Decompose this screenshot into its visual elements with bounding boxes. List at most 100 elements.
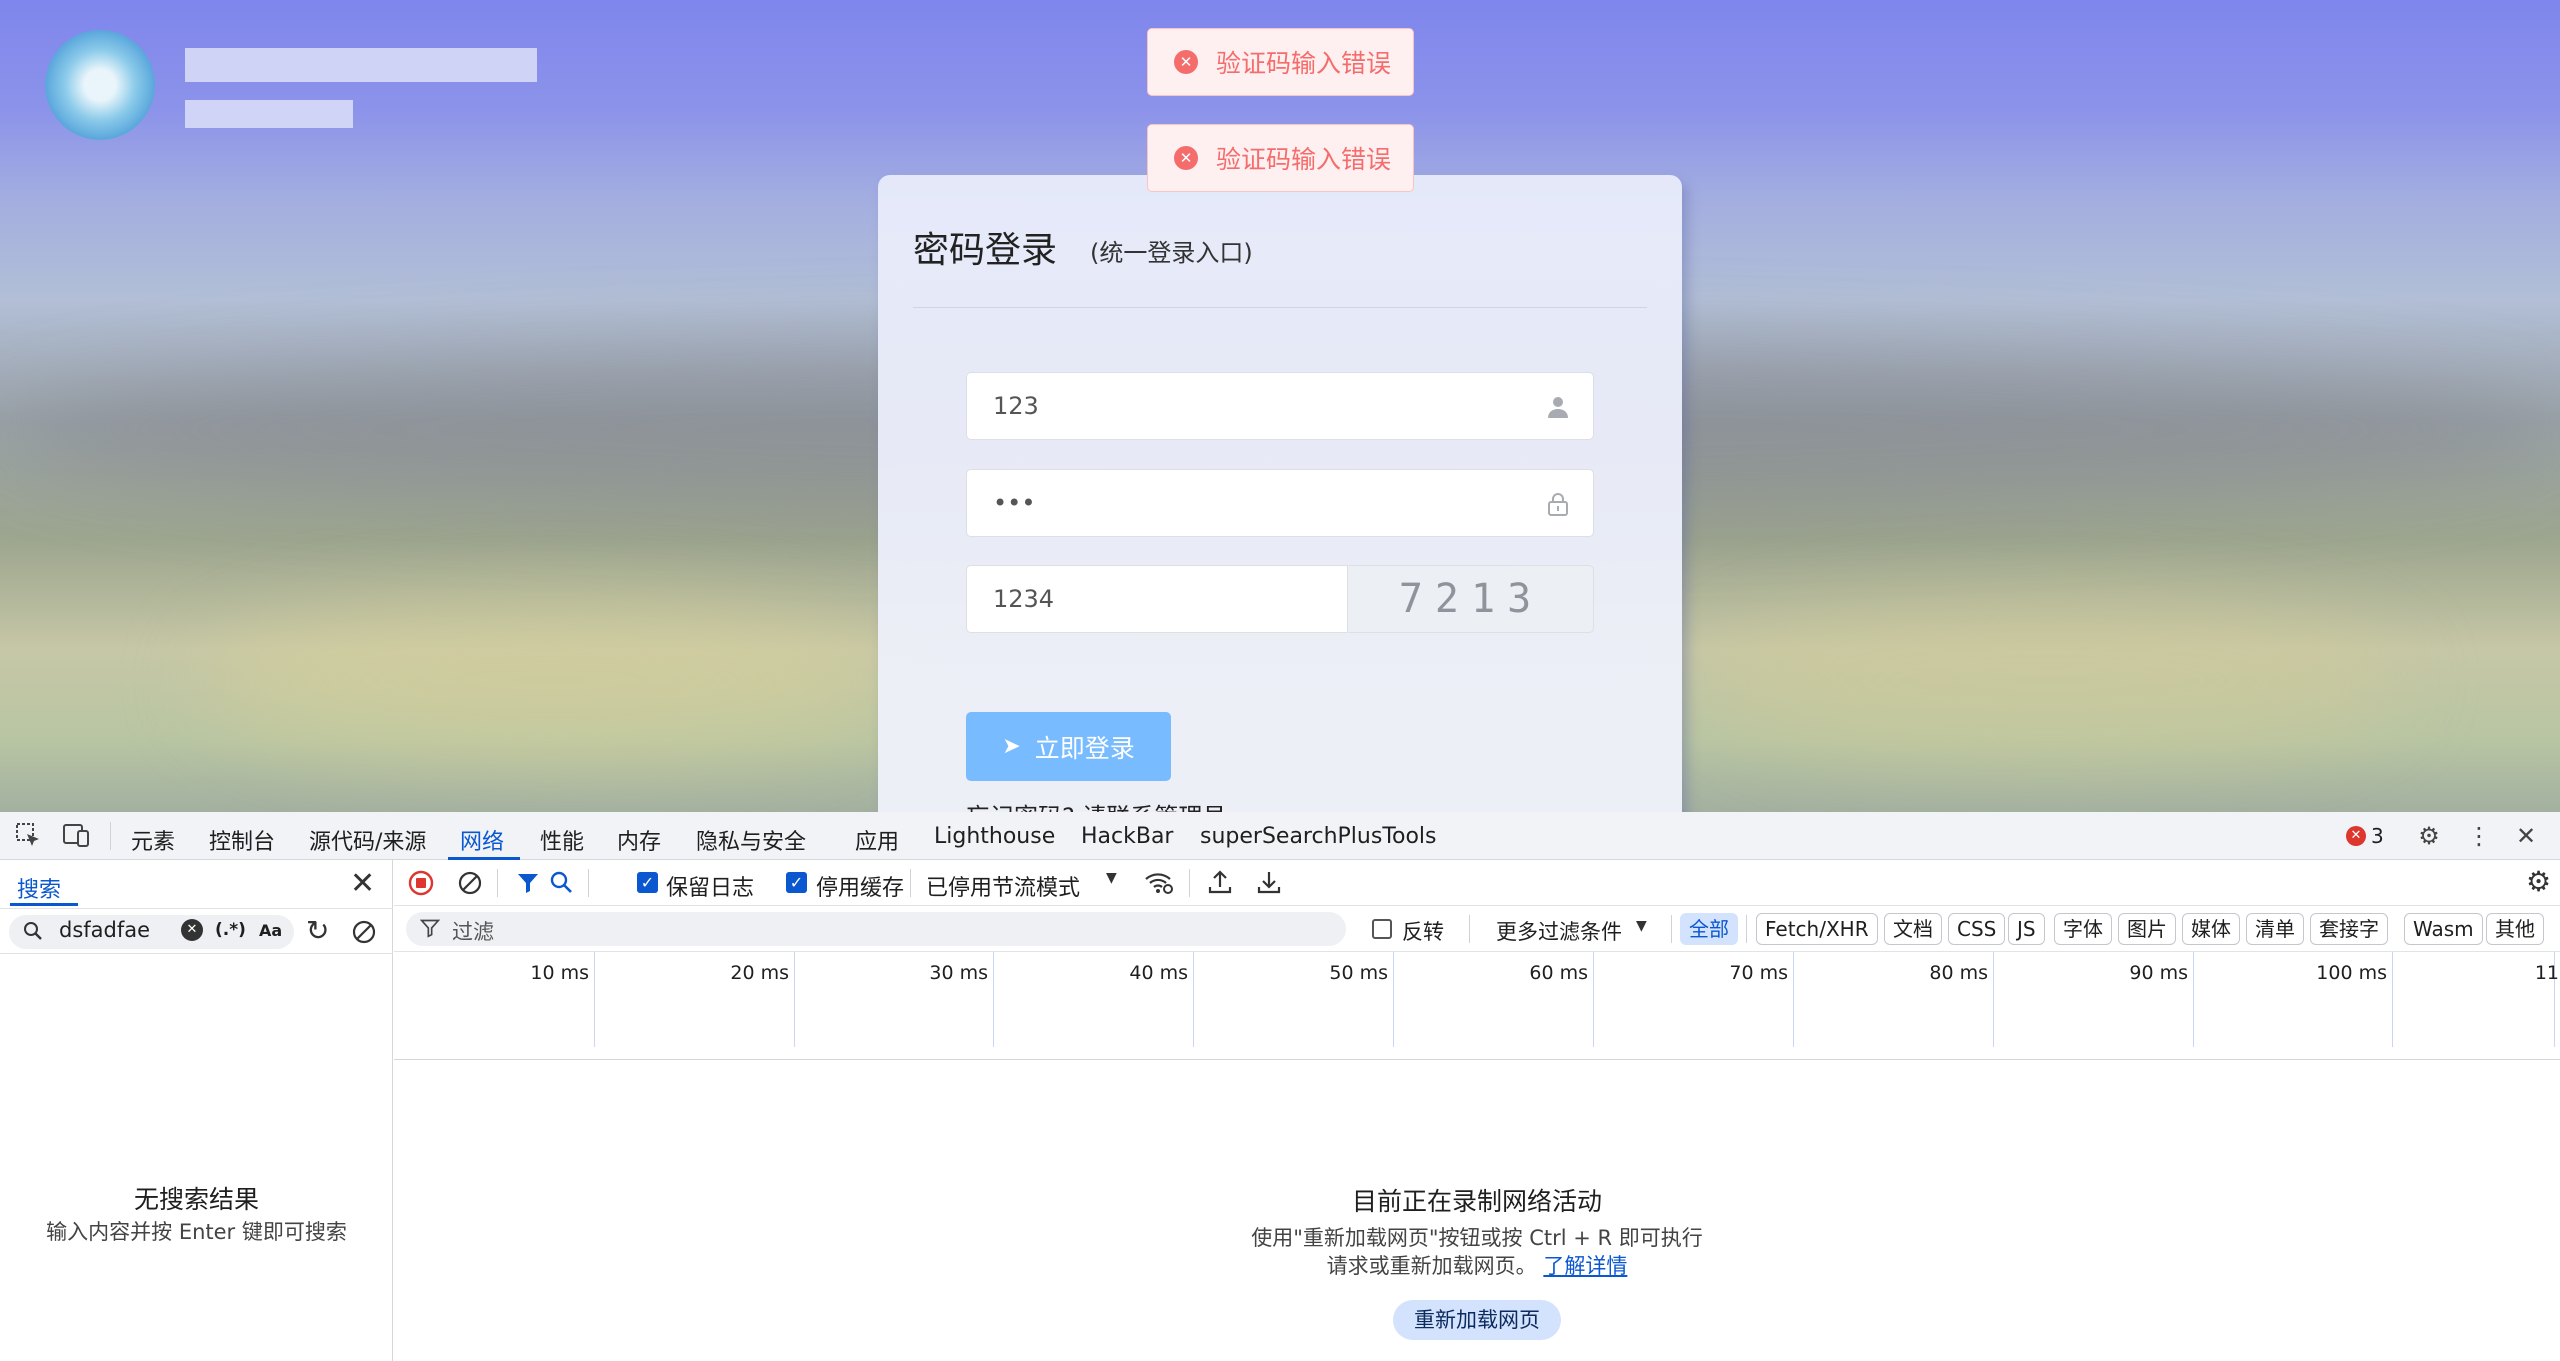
timeline-tick-label: 100 ms bbox=[2316, 962, 2387, 984]
type-filter-css[interactable]: CSS bbox=[1948, 913, 2006, 945]
password-field[interactable]: ••• bbox=[966, 469, 1594, 537]
preserve-log-checkbox[interactable]: ✓ bbox=[637, 872, 658, 893]
throttling-select[interactable]: 已停用节流模式 bbox=[926, 870, 1080, 902]
type-filter-wasm[interactable]: Wasm bbox=[2404, 913, 2483, 945]
captcha-field[interactable]: 1234 bbox=[966, 565, 1348, 633]
separator bbox=[1469, 915, 1470, 943]
type-filter-document[interactable]: 文档 bbox=[1884, 913, 1942, 945]
filter-input[interactable]: 过滤 bbox=[406, 912, 1346, 946]
network-timeline-overview[interactable]: 10 ms 20 ms 30 ms 40 ms 50 ms 60 ms 70 m… bbox=[394, 952, 2560, 1060]
forgot-password-text: 忘记密码? 请联系管理员 bbox=[966, 797, 1226, 812]
network-conditions-icon[interactable] bbox=[1144, 869, 1174, 903]
search-row: dsfadfae ✕ (.*) Aa ↻ bbox=[0, 908, 393, 954]
login-button-label: 立即登录 bbox=[1034, 733, 1135, 763]
devtools-tabbar: 元素 控制台 源代码/来源 网络 性能 内存 隐私与安全 应用 Lighthou… bbox=[0, 812, 2560, 860]
timeline-tick-label: 10 ms bbox=[530, 962, 589, 984]
more-filters-dropdown[interactable]: 更多过滤条件 bbox=[1496, 916, 1622, 946]
dropdown-arrow-icon: ▼ bbox=[1106, 870, 1117, 886]
tab-hackbar[interactable]: HackBar bbox=[1081, 824, 1173, 849]
login-title: 密码登录 bbox=[913, 230, 1058, 271]
tab-memory[interactable]: 内存 bbox=[617, 824, 661, 856]
user-icon bbox=[1547, 395, 1569, 419]
search-input[interactable]: dsfadfae ✕ (.*) Aa bbox=[9, 915, 294, 949]
network-settings-gear-icon[interactable]: ⚙ bbox=[2526, 868, 2551, 896]
reload-page-button[interactable]: 重新加载网页 bbox=[1393, 1300, 1561, 1340]
tab-supersearchplustools[interactable]: superSearchPlusTools bbox=[1200, 824, 1437, 849]
match-case-toggle[interactable]: Aa bbox=[259, 921, 282, 940]
type-filter-font[interactable]: 字体 bbox=[2054, 913, 2112, 945]
timeline-tick-label: 50 ms bbox=[1329, 962, 1388, 984]
error-count: 3 bbox=[2371, 824, 2384, 848]
tab-performance[interactable]: 性能 bbox=[540, 824, 584, 856]
background-blur bbox=[200, 600, 900, 760]
tab-sources[interactable]: 源代码/来源 bbox=[309, 824, 426, 856]
tab-network[interactable]: 网络 bbox=[460, 824, 504, 856]
separator bbox=[588, 869, 589, 897]
background-blur bbox=[1700, 600, 2400, 760]
import-har-icon[interactable] bbox=[1207, 869, 1233, 901]
more-options-icon[interactable]: ⋮ bbox=[2465, 822, 2493, 850]
type-filter-js[interactable]: JS bbox=[2008, 913, 2045, 945]
tab-application[interactable]: 应用 bbox=[855, 824, 899, 856]
export-har-icon[interactable] bbox=[1256, 869, 1282, 901]
refresh-search-icon[interactable]: ↻ bbox=[306, 917, 329, 945]
timeline-gridline: 10 ms bbox=[530, 952, 595, 1047]
tab-lighthouse[interactable]: Lighthouse bbox=[934, 824, 1055, 849]
filter-icon[interactable] bbox=[516, 871, 540, 901]
close-search-icon[interactable]: ✕ bbox=[350, 866, 375, 901]
type-filter-fetch-xhr[interactable]: Fetch/XHR bbox=[1756, 913, 1878, 945]
username-value: 123 bbox=[993, 392, 1039, 420]
separator bbox=[1746, 915, 1747, 943]
timeline-gridline: 70 ms bbox=[1729, 952, 1794, 1047]
username-field[interactable]: 123 bbox=[966, 372, 1594, 440]
empty-state-description-text: 请求或重新加载网页。 bbox=[1326, 1254, 1537, 1278]
close-devtools-icon[interactable]: ✕ bbox=[2512, 822, 2540, 850]
disable-cache-checkbox[interactable]: ✓ bbox=[786, 872, 807, 893]
no-results-hint: 输入内容并按 Enter 键即可搜索 bbox=[46, 1220, 347, 1244]
record-stop-icon[interactable] bbox=[408, 870, 434, 902]
learn-more-link[interactable]: 了解详情 bbox=[1543, 1254, 1627, 1278]
timeline-gridline: 40 ms bbox=[1129, 952, 1194, 1047]
type-filter-media[interactable]: 媒体 bbox=[2182, 913, 2240, 945]
regex-toggle[interactable]: (.*) bbox=[215, 920, 246, 940]
tab-console[interactable]: 控制台 bbox=[209, 824, 275, 856]
separator bbox=[1671, 915, 1672, 943]
tab-search[interactable]: 搜索 bbox=[17, 872, 61, 904]
settings-gear-icon[interactable]: ⚙ bbox=[2415, 822, 2443, 850]
disable-cache-label: 停用缓存 bbox=[816, 876, 905, 901]
error-counter[interactable]: ✕ 3 bbox=[2346, 824, 2384, 848]
empty-state-title: 目前正在录制网络活动 bbox=[1351, 1187, 1602, 1216]
divider bbox=[913, 307, 1647, 308]
type-filter-image[interactable]: 图片 bbox=[2118, 913, 2176, 945]
empty-state-description: 使用"重新加载网页"按钮或按 Ctrl + R 即可执行 bbox=[1251, 1226, 1703, 1250]
type-filter-other[interactable]: 其他 bbox=[2486, 913, 2544, 945]
dropdown-arrow-icon: ▼ bbox=[1636, 918, 1647, 934]
tab-elements[interactable]: 元素 bbox=[131, 824, 175, 856]
inspect-element-icon[interactable] bbox=[14, 822, 42, 850]
clear-network-log-icon[interactable] bbox=[457, 870, 483, 902]
separator bbox=[110, 822, 111, 850]
timeline-tick-label: 80 ms bbox=[1929, 962, 1988, 984]
search-icon bbox=[23, 921, 43, 946]
clear-results-icon[interactable] bbox=[351, 919, 377, 949]
timeline-tick-label: 70 ms bbox=[1729, 962, 1788, 984]
filter-placeholder: 过滤 bbox=[452, 920, 494, 944]
separator bbox=[910, 869, 911, 897]
type-filter-manifest[interactable]: 清单 bbox=[2246, 913, 2304, 945]
type-filter-socket[interactable]: 套接字 bbox=[2310, 913, 2388, 945]
type-filter-all[interactable]: 全部 bbox=[1680, 913, 1738, 945]
clear-search-icon[interactable]: ✕ bbox=[181, 919, 203, 941]
timeline-tick-label: 20 ms bbox=[730, 962, 789, 984]
timeline-tick-label: 40 ms bbox=[1129, 962, 1188, 984]
search-icon[interactable] bbox=[549, 870, 573, 900]
captcha-image[interactable]: 7213 bbox=[1349, 565, 1594, 633]
password-value: ••• bbox=[993, 489, 1036, 517]
login-button[interactable]: ➤ 立即登录 bbox=[966, 712, 1171, 781]
timeline-gridline: 20 ms bbox=[730, 952, 795, 1047]
timeline-tick-label: 30 ms bbox=[929, 962, 988, 984]
device-toolbar-icon[interactable] bbox=[62, 822, 90, 850]
invert-checkbox[interactable] bbox=[1372, 919, 1392, 939]
tab-privacy-security[interactable]: 隐私与安全 bbox=[696, 824, 806, 856]
toast-message: 验证码输入错误 bbox=[1216, 145, 1392, 174]
login-card: 密码登录 (统一登录入口) 123 ••• 1234 7213 ➤ 立即登录 忘… bbox=[878, 175, 1682, 812]
